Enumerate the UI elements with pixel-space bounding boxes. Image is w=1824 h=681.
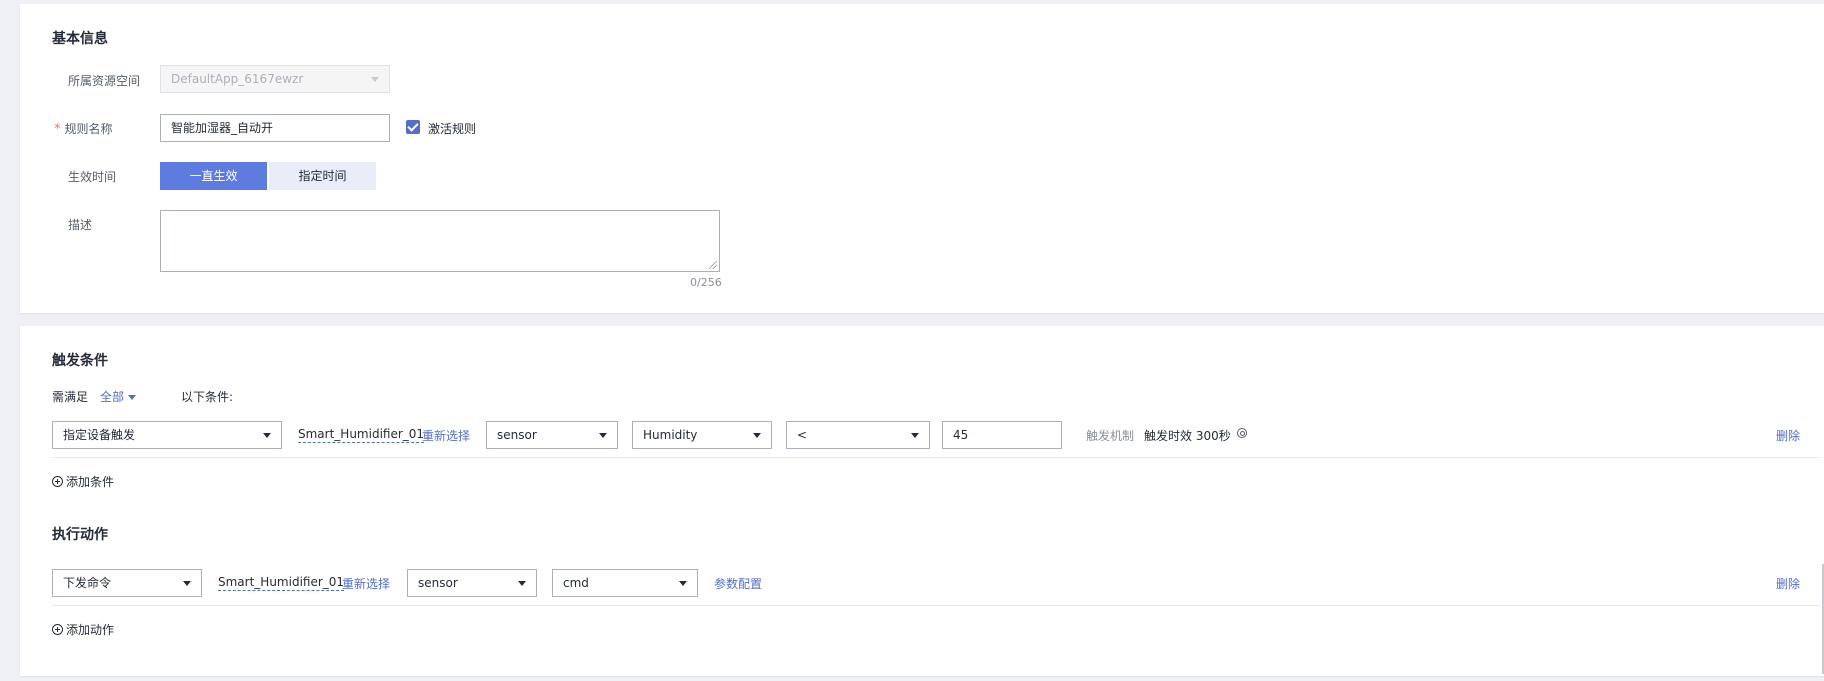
- chevron-down-icon: [518, 581, 526, 586]
- match-mode-value: 全部: [100, 390, 125, 404]
- plus-circle-icon: [52, 476, 63, 487]
- action-title: 执行动作: [52, 527, 108, 543]
- trigger-type-value: 指定设备触发: [63, 428, 136, 442]
- action-reselect-link[interactable]: 重新选择: [342, 575, 390, 592]
- match-mode-dropdown[interactable]: 全部: [100, 388, 137, 405]
- need-prefix: 需满足: [52, 390, 89, 404]
- resize-grip-icon[interactable]: [709, 261, 717, 269]
- add-action-button[interactable]: 添加动作: [52, 621, 114, 638]
- basic-info-title: 基本信息: [52, 31, 108, 47]
- chevron-down-icon: [599, 433, 607, 438]
- trigger-service-value: sensor: [497, 428, 537, 442]
- gear-icon[interactable]: [1237, 428, 1247, 438]
- description-textarea[interactable]: [160, 210, 720, 272]
- trigger-delete-link[interactable]: 删除: [1776, 427, 1800, 444]
- action-device-name[interactable]: Smart_Humidifier_01: [218, 575, 345, 591]
- chevron-down-icon: [183, 581, 191, 586]
- action-type-value: 下发命令: [63, 576, 112, 590]
- activate-rule-label: 激活规则: [428, 122, 477, 136]
- chevron-down-icon: [128, 395, 137, 400]
- effective-specified-button[interactable]: 指定时间: [269, 162, 376, 190]
- trigger-property-value: Humidity: [643, 428, 698, 442]
- chevron-down-icon: [679, 581, 687, 586]
- chevron-down-icon: [753, 433, 761, 438]
- action-service-value: sensor: [418, 576, 458, 590]
- trigger-device-name[interactable]: Smart_Humidifier_01: [298, 427, 425, 443]
- trigger-property-select[interactable]: Humidity: [632, 421, 772, 449]
- need-suffix: 以下条件:: [181, 390, 234, 404]
- required-star: *: [54, 122, 61, 137]
- action-params-link[interactable]: 参数配置: [714, 575, 762, 592]
- resource-space-select: DefaultApp_6167ewzr: [160, 65, 390, 93]
- trigger-reselect-link[interactable]: 重新选择: [422, 427, 470, 444]
- divider: [52, 605, 1820, 606]
- trigger-mechanism-label: 触发机制: [1086, 429, 1135, 443]
- action-service-select[interactable]: sensor: [407, 569, 537, 597]
- plus-circle-icon: [52, 624, 63, 635]
- trigger-operator-select[interactable]: <: [786, 421, 930, 449]
- description-label: 描述: [68, 218, 93, 232]
- chevron-down-icon: [911, 433, 919, 438]
- add-condition-label: 添加条件: [66, 475, 115, 489]
- chevron-down-icon: [263, 433, 271, 438]
- description-counter: 0/256: [690, 276, 722, 289]
- activate-rule-checkbox[interactable]: [406, 120, 420, 134]
- trigger-type-select[interactable]: 指定设备触发: [52, 421, 282, 449]
- action-command-select[interactable]: cmd: [552, 569, 698, 597]
- add-condition-button[interactable]: 添加条件: [52, 473, 114, 490]
- action-delete-link[interactable]: 删除: [1776, 575, 1800, 592]
- add-action-label: 添加动作: [66, 623, 115, 637]
- trigger-mechanism-value: 触发时效 300秒: [1144, 429, 1231, 443]
- rule-name-input[interactable]: 智能加湿器_自动开: [160, 114, 390, 142]
- trigger-title: 触发条件: [52, 353, 108, 369]
- resource-space-label: 所属资源空间: [68, 74, 141, 88]
- action-command-value: cmd: [563, 576, 589, 590]
- rule-name-label: 规则名称: [64, 122, 113, 136]
- resource-space-value: DefaultApp_6167ewzr: [171, 72, 304, 86]
- trigger-service-select[interactable]: sensor: [486, 421, 618, 449]
- rule-config-card: 触发条件 需满足 全部 以下条件: 指定设备触发 Smart_Humidifie…: [20, 326, 1824, 676]
- chevron-down-icon: [371, 77, 379, 82]
- divider: [52, 457, 1820, 458]
- trigger-value-input[interactable]: 45: [942, 421, 1062, 449]
- trigger-operator-value: <: [797, 428, 808, 442]
- rule-name-label-row: * 规则名称: [54, 120, 113, 137]
- effective-time-label: 生效时间: [68, 170, 117, 184]
- basic-info-card: 基本信息 所属资源空间 DefaultApp_6167ewzr * 规则名称 智能…: [20, 4, 1824, 313]
- effective-always-button[interactable]: 一直生效: [160, 162, 267, 190]
- action-type-select[interactable]: 下发命令: [52, 569, 202, 597]
